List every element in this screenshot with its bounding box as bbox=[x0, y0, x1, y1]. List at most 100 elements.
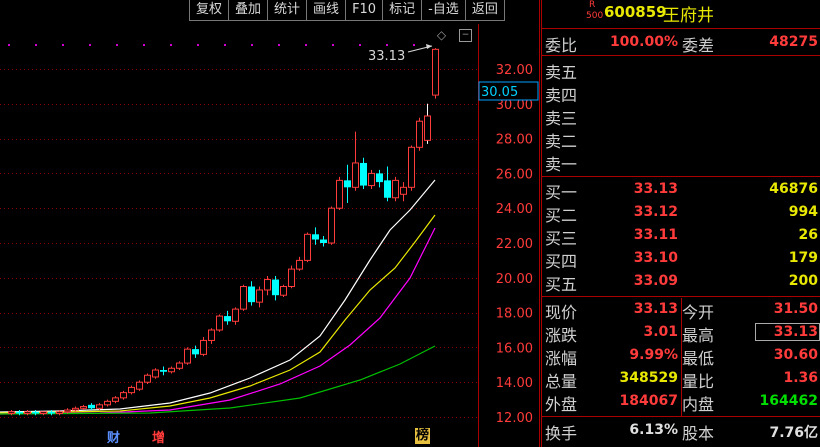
buy-label: 买三 bbox=[545, 229, 578, 248]
stat-value: 164462 bbox=[759, 393, 818, 409]
buy-row-2[interactable]: 买二 33.12 994 bbox=[542, 201, 820, 225]
stat-label: 今开 bbox=[682, 303, 715, 322]
marker-dot bbox=[116, 44, 118, 46]
stat-value: 184067 bbox=[619, 393, 678, 409]
sell-row-5[interactable]: 卖五 bbox=[542, 58, 820, 82]
buy-price: 33.11 bbox=[633, 227, 678, 243]
stock-name: 王府井 bbox=[663, 6, 714, 26]
candle-up bbox=[328, 207, 335, 244]
draw-line-button[interactable]: 画线 bbox=[306, 0, 346, 21]
y-tick-label: 22.00 bbox=[496, 237, 533, 252]
candle-up bbox=[8, 411, 15, 415]
candle-up bbox=[144, 374, 151, 383]
weicha-value: 48275 bbox=[769, 34, 818, 50]
candle-up bbox=[40, 411, 47, 415]
candle-down bbox=[272, 279, 279, 296]
candle-up bbox=[128, 386, 135, 394]
candle-up bbox=[424, 115, 431, 141]
candle-down bbox=[344, 180, 351, 188]
candle-up bbox=[64, 409, 71, 413]
stat-label: 总量 bbox=[545, 372, 578, 391]
marker-dot bbox=[251, 44, 253, 46]
stat-label: 涨幅 bbox=[545, 349, 578, 368]
buy-volume: 26 bbox=[798, 227, 818, 243]
sell-label: 卖三 bbox=[545, 109, 578, 128]
buy-label: 买一 bbox=[545, 183, 578, 202]
candle-up bbox=[368, 172, 375, 187]
y-tick-label: 20.00 bbox=[496, 272, 533, 287]
y-tick-label: 32.00 bbox=[496, 63, 533, 78]
kline-chart[interactable]: 32.00 30.00 28.00 26.00 24.00 22.00 20.00 18.00… bbox=[0, 0, 540, 447]
fuquan-button[interactable]: 复权 bbox=[189, 0, 229, 21]
weibi-row: 委比 100.00% 委差 48275 bbox=[542, 31, 820, 55]
r-label: R bbox=[589, 0, 596, 10]
y-tick-label: 28.00 bbox=[496, 133, 533, 148]
candle-up bbox=[96, 404, 103, 409]
buy-row-3[interactable]: 买三 33.11 26 bbox=[542, 224, 820, 248]
stat-label: 涨跌 bbox=[545, 326, 578, 345]
candle-up bbox=[352, 162, 359, 188]
candle-up bbox=[136, 381, 143, 390]
candle-up bbox=[56, 411, 63, 415]
candle-up bbox=[296, 259, 303, 270]
candle-down bbox=[320, 239, 327, 243]
stat-value: 31.50 bbox=[773, 301, 818, 317]
back-button[interactable]: 返回 bbox=[464, 0, 505, 21]
candle-up bbox=[176, 362, 183, 369]
overlay-button[interactable]: 叠加 bbox=[228, 0, 268, 21]
candle-up bbox=[184, 348, 191, 364]
event-badge-increase[interactable]: 增 bbox=[152, 427, 165, 446]
candle-up bbox=[408, 146, 415, 188]
candle-down bbox=[384, 180, 391, 198]
f10-button[interactable]: F10 bbox=[345, 0, 383, 21]
candle-up bbox=[120, 392, 127, 399]
buy-row-4[interactable]: 买四 33.10 179 bbox=[542, 247, 820, 271]
y-tick-label: 26.00 bbox=[496, 167, 533, 182]
marker-dot bbox=[89, 44, 91, 46]
mark-button[interactable]: 标记 bbox=[382, 0, 422, 21]
candle-up bbox=[256, 289, 263, 303]
stat-label: 最低 bbox=[682, 349, 715, 368]
buy-label: 买五 bbox=[545, 275, 578, 294]
candle-up bbox=[24, 411, 31, 415]
stat-label: 内盘 bbox=[682, 395, 715, 414]
stat-row-turnover: 换手 6.13% 股本 7.76亿 bbox=[542, 419, 820, 443]
candle-up bbox=[264, 279, 271, 291]
buy-volume: 179 bbox=[788, 250, 818, 266]
quote-header: R 500 600859 王府井 bbox=[542, 0, 820, 27]
marker-dot bbox=[224, 44, 226, 46]
marker-dot bbox=[305, 44, 307, 46]
kline-chart-svg[interactable]: 32.0030.0028.0026.0024.0022.0020.0018.00… bbox=[0, 0, 540, 447]
candle-up bbox=[104, 400, 111, 406]
y-tick-label: 18.00 bbox=[496, 307, 533, 322]
candle-down bbox=[248, 286, 255, 303]
buy-volume: 200 bbox=[788, 273, 818, 289]
statistics-button[interactable]: 统计 bbox=[267, 0, 307, 21]
stat-value: 3.01 bbox=[643, 324, 678, 340]
candle-up bbox=[200, 339, 207, 355]
sell-row-4[interactable]: 卖四 bbox=[542, 81, 820, 105]
candle-down bbox=[192, 349, 199, 355]
minimize-icon[interactable]: − bbox=[459, 29, 472, 42]
candle-down bbox=[224, 316, 231, 322]
event-badge-finance[interactable]: 财 bbox=[107, 427, 120, 446]
buy-label: 买二 bbox=[545, 206, 578, 225]
marker-dot bbox=[8, 44, 10, 46]
sell-label: 卖五 bbox=[545, 63, 578, 82]
candle-up bbox=[112, 397, 119, 402]
peak-price-label: 33.13 bbox=[368, 49, 405, 64]
sell-row-1[interactable]: 卖一 bbox=[542, 150, 820, 174]
candle-up bbox=[152, 369, 159, 378]
candle-up bbox=[232, 308, 239, 322]
buy-row-5[interactable]: 买五 33.09 200 bbox=[542, 270, 820, 294]
sell-row-3[interactable]: 卖三 bbox=[542, 104, 820, 128]
remove-watchlist-button[interactable]: -自选 bbox=[421, 0, 465, 21]
candle-up bbox=[216, 315, 223, 331]
candle-down bbox=[32, 411, 39, 414]
candle-down bbox=[360, 162, 367, 186]
candle-down bbox=[16, 411, 23, 414]
event-badge-ranking[interactable]: 榜 bbox=[415, 428, 431, 444]
buy-row-1[interactable]: 买一 33.13 46876 bbox=[542, 178, 820, 202]
diamond-icon[interactable]: ◇ bbox=[436, 29, 447, 41]
sell-row-2[interactable]: 卖二 bbox=[542, 127, 820, 151]
